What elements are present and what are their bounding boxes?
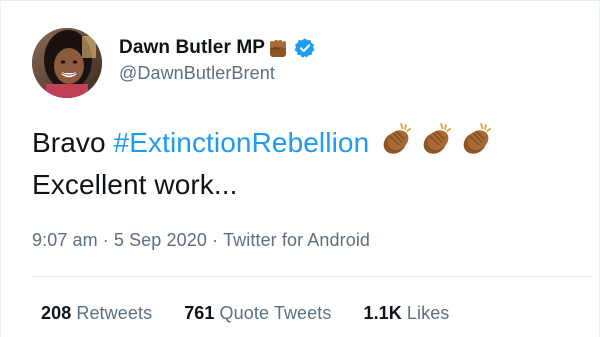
- quote-tweets-count: 761: [184, 303, 215, 323]
- retweets-count: 208: [41, 303, 72, 323]
- retweets-label: Retweets: [76, 303, 153, 323]
- likes-label: Likes: [406, 303, 450, 323]
- author-handle[interactable]: @DawnButlerBrent: [119, 63, 316, 84]
- clapping-hands-icon: [457, 121, 495, 159]
- avatar[interactable]: [32, 28, 102, 98]
- tweet-header: Dawn Butler MP @DawnButlerBrent: [32, 28, 316, 98]
- tweet-source[interactable]: Twitter for Android: [223, 230, 370, 250]
- hashtag-link[interactable]: #ExtinctionRebellion: [114, 127, 370, 158]
- quote-tweets-label: Quote Tweets: [219, 303, 332, 323]
- quote-tweets-stat[interactable]: 761 Quote Tweets: [184, 303, 331, 324]
- tweet-date[interactable]: 5 Sep 2020: [114, 230, 207, 250]
- profile-photo-icon: [32, 28, 102, 98]
- clap-emoji-group: [377, 121, 497, 159]
- tweet-card: Dawn Butler MP @DawnButlerBrent Bravo #E…: [0, 0, 600, 337]
- raised-fist-icon: [266, 36, 290, 60]
- meta-separator: ·: [102, 230, 109, 250]
- tweet-text: Bravo #ExtinctionRebellion Excellent wor…: [32, 121, 592, 206]
- tweet-time[interactable]: 9:07 am: [32, 230, 98, 250]
- tweet-text-end: Excellent work...: [32, 169, 238, 200]
- clapping-hands-icon: [377, 121, 415, 159]
- author-names: Dawn Butler MP @DawnButlerBrent: [119, 35, 316, 84]
- clapping-hands-icon: [417, 121, 455, 159]
- tweet-stats: 208 Retweets 761 Quote Tweets 1.1K Likes: [41, 303, 481, 324]
- divider: [32, 276, 592, 277]
- tweet-meta: 9:07 am · 5 Sep 2020 · Twitter for Android: [32, 230, 370, 251]
- verified-badge-icon: [294, 37, 316, 59]
- display-name-row: Dawn Butler MP: [119, 35, 316, 61]
- tweet-text-start: Bravo: [32, 127, 114, 158]
- display-name[interactable]: Dawn Butler MP: [119, 37, 265, 59]
- likes-count: 1.1K: [363, 303, 402, 323]
- retweets-stat[interactable]: 208 Retweets: [41, 303, 152, 324]
- meta-separator: ·: [211, 230, 219, 250]
- likes-stat[interactable]: 1.1K Likes: [363, 303, 449, 324]
